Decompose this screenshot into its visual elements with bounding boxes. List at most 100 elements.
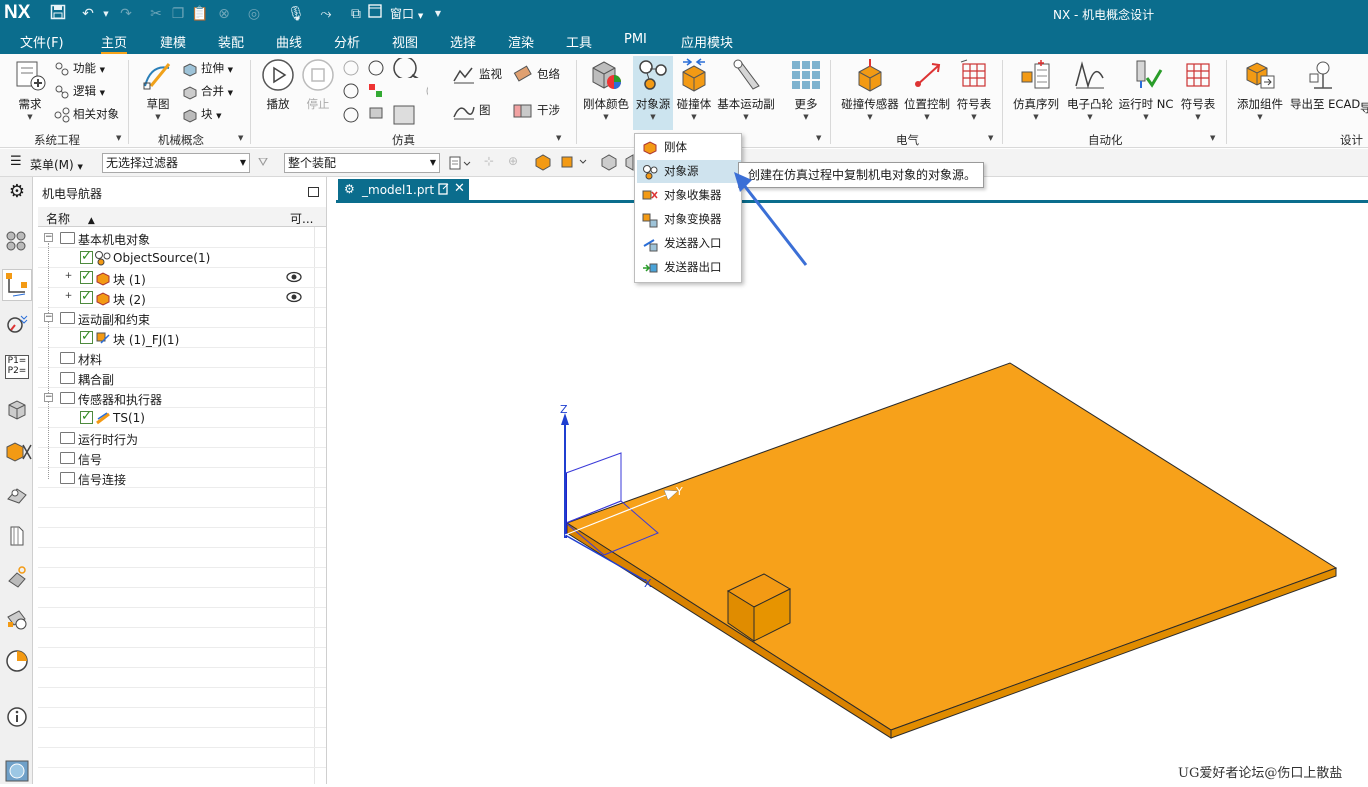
menu-item-transport-exit[interactable]: 发送器出口 [637, 256, 741, 279]
more-button[interactable]: 更多 ▼ [786, 58, 826, 121]
quick-access-dropdown-icon[interactable]: ▼ [428, 4, 448, 24]
export-ecad-button[interactable]: 导出至 ECAD [1290, 58, 1360, 112]
reuse-library-icon[interactable] [5, 481, 29, 505]
simulation-sequence-button[interactable]: 仿真序列 ▼ [1012, 58, 1060, 121]
menu-button[interactable]: 菜单(M) ▼ [30, 156, 83, 173]
tab-select[interactable]: 选择 [450, 32, 476, 54]
settings-gear-icon[interactable]: ⚙ [5, 181, 29, 205]
graph-button[interactable]: 图 [452, 100, 491, 120]
column-name-header[interactable]: 名称 ▲ [46, 210, 95, 227]
group-automation-caret[interactable]: ▼ [1210, 134, 1215, 142]
copy-icon[interactable]: ❐ [168, 4, 188, 24]
expand-icon[interactable]: + [64, 292, 73, 302]
close-tab-icon[interactable]: ✕ [454, 181, 465, 196]
tree-node-object-source[interactable]: ObjectSource(1) [38, 248, 326, 268]
snapshot-controls[interactable] [342, 104, 428, 125]
tree-node-runtime-behavior[interactable]: 运行时行为 [38, 428, 326, 448]
paste-icon[interactable]: 📋 [190, 4, 210, 24]
tab-analysis[interactable]: 分析 [334, 32, 360, 54]
window-menu[interactable]: 窗口 ▼ [390, 5, 423, 22]
tab-assembly[interactable]: 装配 [218, 32, 244, 54]
sequence-editor-icon[interactable] [5, 439, 32, 463]
touch-mode-icon[interactable]: ⤳ [316, 4, 336, 24]
logic-button[interactable]: 逻辑 ▼ [54, 81, 105, 101]
eye-icon[interactable] [286, 271, 302, 286]
tree-node-block-2[interactable]: + 块 (2) [38, 288, 326, 308]
requirement-button[interactable]: 需求 ▼ [8, 58, 52, 121]
tab-view[interactable]: 视图 [392, 32, 418, 54]
visibility-checkbox[interactable] [80, 329, 93, 344]
tree-node-ts[interactable]: TS(1) [38, 408, 326, 428]
automation-symbol-table-button[interactable]: 符号表 ▼ [1178, 58, 1218, 121]
show-hide-icon[interactable] [600, 153, 618, 174]
switch-window-icon[interactable]: ⧉ [346, 4, 366, 24]
collapse-icon[interactable]: − [44, 233, 53, 242]
group-mechanical-concept-caret[interactable]: ▼ [238, 134, 243, 142]
extrude-button[interactable]: 拉伸 ▼ [182, 58, 233, 78]
position-control-button[interactable]: 位置控制 ▼ [904, 58, 950, 121]
tab-pmi[interactable]: PMI [624, 32, 647, 54]
add-component-button[interactable]: 添加组件 ▼ [1234, 58, 1286, 121]
tree-node-basic-objects[interactable]: − 基本机电对象 [38, 228, 326, 248]
view-orient-icon[interactable] [624, 153, 634, 174]
visibility-checkbox[interactable] [80, 269, 93, 284]
tab-modeling[interactable]: 建模 [160, 32, 186, 54]
collapse-icon[interactable]: − [44, 393, 53, 402]
tab-render[interactable]: 渲染 [508, 32, 534, 54]
tree-node-material[interactable]: 材料 [38, 348, 326, 368]
step-controls[interactable] [342, 81, 442, 101]
hd3d-tools-icon[interactable] [5, 523, 29, 547]
type-filter-icon[interactable] [448, 154, 472, 175]
symbol-table-button[interactable]: 符号表 ▼ [954, 58, 994, 121]
maximize-icon[interactable] [308, 187, 319, 197]
tree-node-coupler[interactable]: 耦合副 [38, 368, 326, 388]
select-component-icon[interactable] [560, 153, 590, 174]
globe-icon[interactable] [5, 760, 29, 784]
tree-node-signal[interactable]: 信号 [38, 448, 326, 468]
web-browser-icon[interactable] [5, 565, 29, 589]
tab-applications[interactable]: 应用模块 [681, 32, 733, 54]
tree-node-sensors[interactable]: − 传感器和执行器 [38, 388, 326, 408]
select-body-icon[interactable] [534, 153, 552, 174]
menu-item-rigid-body[interactable]: 刚体 [637, 136, 741, 159]
undo-icon[interactable]: ↶ [78, 4, 98, 24]
scene-3d[interactable]: Z Y X [336, 203, 1368, 784]
document-modified-icon[interactable] [438, 183, 449, 198]
repeat-command-icon[interactable]: ◎ [244, 4, 264, 24]
tab-file[interactable]: 文件(F) [20, 32, 64, 54]
assembly-scope-dropdown[interactable]: 整个装配 ▼ [284, 153, 440, 173]
menu-item-object-source[interactable]: 对象源 [637, 160, 741, 183]
snap-point-icon[interactable]: ⊹ [484, 154, 494, 168]
tree-node-block-1[interactable]: + 块 (1) [38, 268, 326, 288]
electronic-cam-button[interactable]: 电子凸轮 ▼ [1066, 58, 1114, 121]
design-more-truncated[interactable]: 导 [1360, 98, 1368, 118]
filter-reset-icon[interactable]: ⛛ [258, 155, 268, 170]
tree-node-fixed-joint[interactable]: 块 (1)_FJ(1) [38, 328, 326, 348]
runtime-inspector-icon[interactable] [5, 313, 29, 337]
expand-icon[interactable]: + [64, 272, 73, 282]
play-button[interactable]: 播放 [258, 58, 298, 112]
parameter-table-icon[interactable]: P1= P2= [5, 355, 29, 379]
rigid-body-color-button[interactable]: 刚体颜色 ▼ [582, 58, 630, 121]
monitor-button[interactable]: 监视 [452, 64, 502, 84]
visibility-checkbox[interactable] [80, 249, 93, 264]
snap-end-icon[interactable]: ⊕ [508, 154, 518, 168]
cut-icon[interactable]: ✂ [146, 4, 166, 24]
mechatronics-navigator-icon[interactable] [2, 269, 32, 301]
menu-item-object-transformer[interactable]: 对象变换器 [637, 208, 741, 231]
object-source-button[interactable]: 对象源 ▼ [633, 56, 673, 130]
graphics-viewport[interactable]: Z Y X [336, 203, 1368, 784]
document-tab[interactable]: ⚙ _model1.prt ✕ [338, 179, 469, 201]
tab-curve[interactable]: 曲线 [276, 32, 302, 54]
visibility-checkbox[interactable] [80, 409, 93, 424]
plate-top-face[interactable] [565, 362, 1338, 731]
microphone-icon[interactable]: 🎙 [286, 4, 306, 24]
envelope-button[interactable]: 包络 [512, 64, 560, 84]
stop-button[interactable]: 停止 [300, 58, 336, 112]
undo-dropdown-icon[interactable]: ▼ [96, 4, 116, 24]
block-button[interactable]: 块 ▼ [182, 104, 222, 124]
group-electrical-caret[interactable]: ▼ [988, 134, 993, 142]
collision-body-button[interactable]: 碰撞体 ▼ [676, 58, 712, 121]
group-simulation-caret[interactable]: ▼ [556, 134, 561, 142]
save-icon[interactable] [48, 4, 68, 24]
